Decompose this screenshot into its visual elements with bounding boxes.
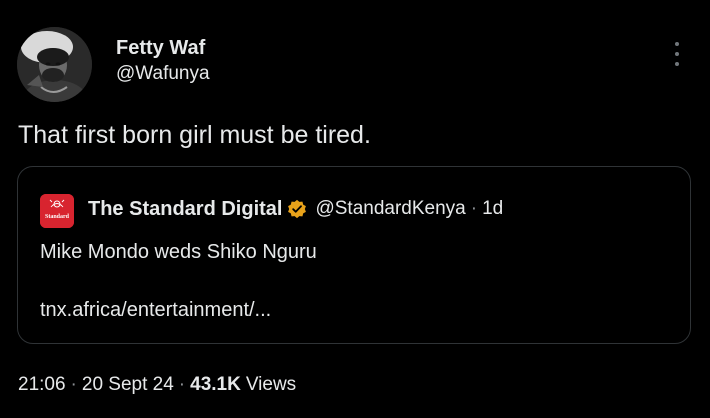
meta-separator: · xyxy=(178,374,186,395)
quoted-timestamp[interactable]: 1d xyxy=(482,198,503,220)
quoted-handle[interactable]: @StandardKenya xyxy=(315,198,465,220)
author-display-name[interactable]: Fetty Waf xyxy=(116,36,210,60)
quoted-display-name[interactable]: The Standard Digital xyxy=(88,198,282,221)
tweet-text: That first born girl must be tired. xyxy=(18,121,371,149)
views-label: Views xyxy=(245,374,297,395)
standard-logo-text: Standard xyxy=(45,214,70,220)
views-count[interactable]: 43.1K xyxy=(190,374,241,396)
tweet-date[interactable]: 20 Sept 24 xyxy=(82,374,174,396)
verified-gold-badge-icon xyxy=(288,199,307,219)
more-vertical-icon xyxy=(675,42,679,46)
quoted-text: Mike Mondo weds Shiko Nguru xyxy=(40,241,317,263)
quoted-separator: · xyxy=(470,198,478,219)
tweet-meta: 21:06 · 20 Sept 24 · 43.1K Views xyxy=(18,372,296,398)
quoted-author-avatar[interactable]: Standard xyxy=(40,194,74,228)
user-avatar-photo xyxy=(17,27,92,102)
quoted-tweet-card[interactable]: Standard The Standard Digital @StandardK… xyxy=(17,166,691,344)
meta-separator: · xyxy=(70,374,77,395)
author-handle[interactable]: @Wafunya xyxy=(116,61,210,87)
standard-logo: Standard xyxy=(40,194,74,228)
quoted-link[interactable]: tnx.africa/entertainment/... xyxy=(40,297,271,323)
tweet-time[interactable]: 21:06 xyxy=(18,374,66,396)
author-avatar[interactable] xyxy=(17,27,92,102)
more-options-button[interactable] xyxy=(668,40,686,68)
quoted-header: The Standard Digital @StandardKenya · 1d xyxy=(88,196,503,222)
author-info[interactable]: Fetty Waf @Wafunya xyxy=(116,36,210,87)
